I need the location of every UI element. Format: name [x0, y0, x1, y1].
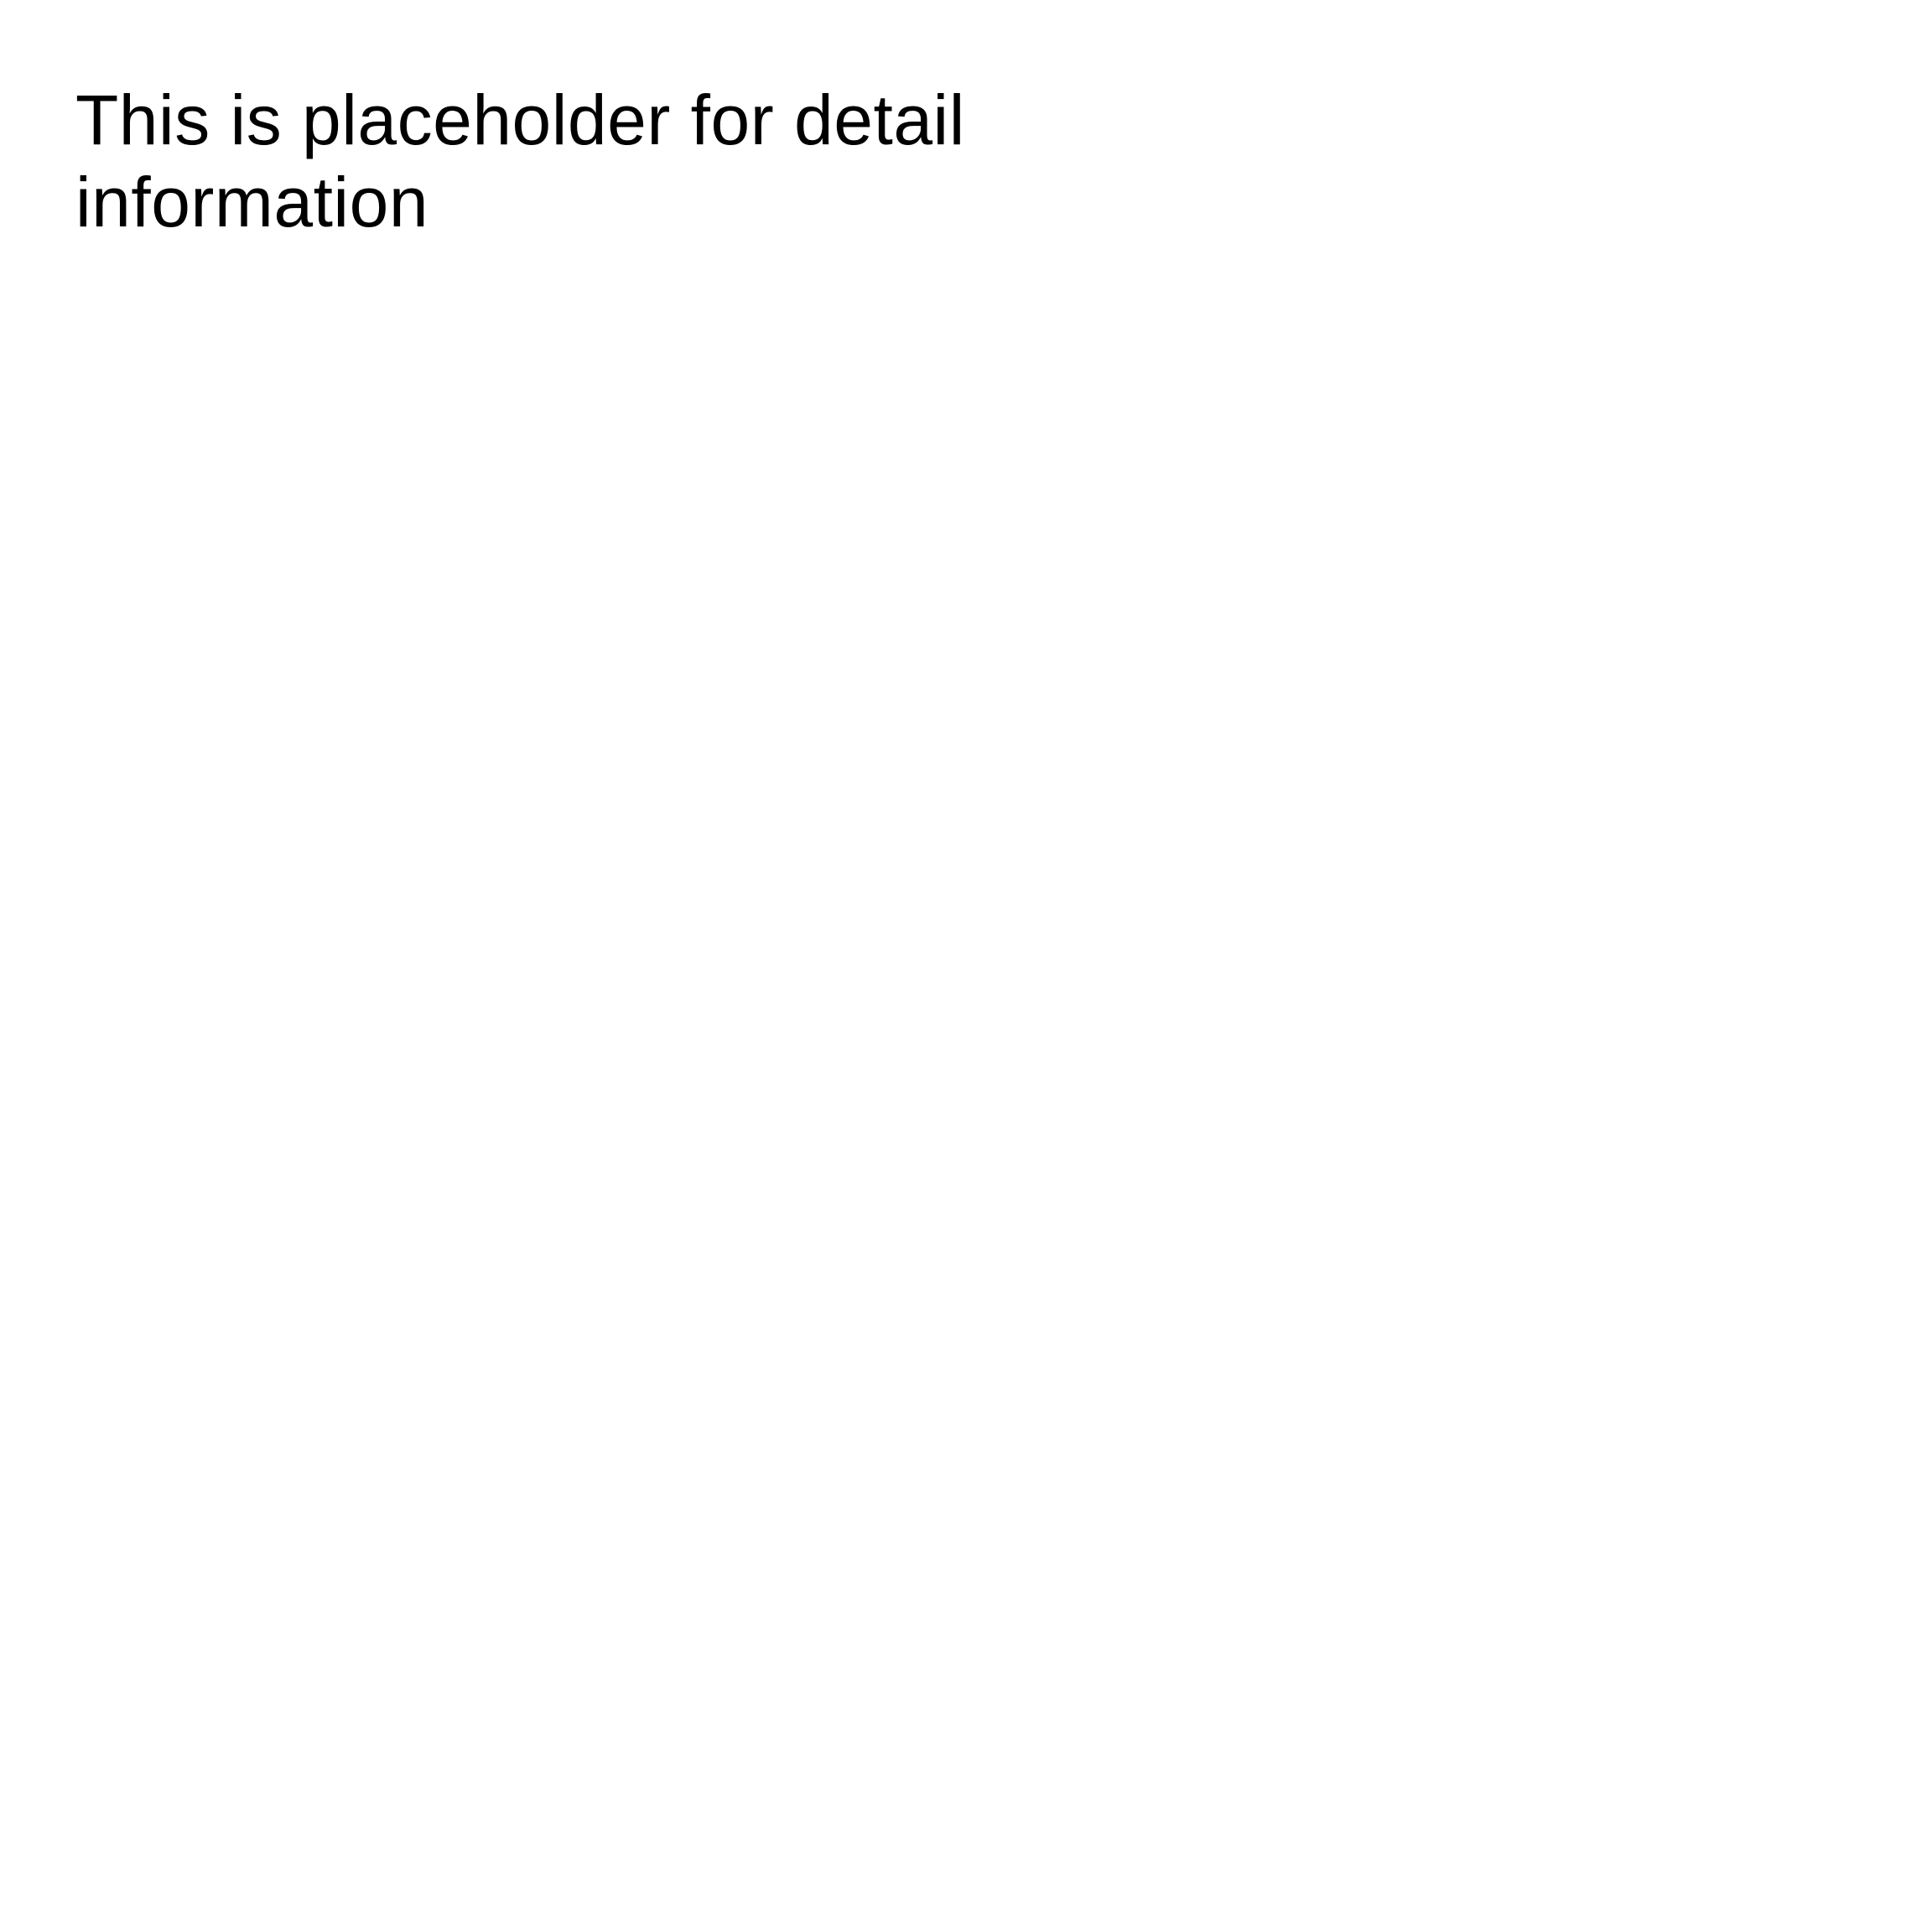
detail-placeholder-text: This is placeholder for detail informati… [75, 80, 965, 242]
detail-page: This is placeholder for detail informati… [0, 0, 1932, 1932]
